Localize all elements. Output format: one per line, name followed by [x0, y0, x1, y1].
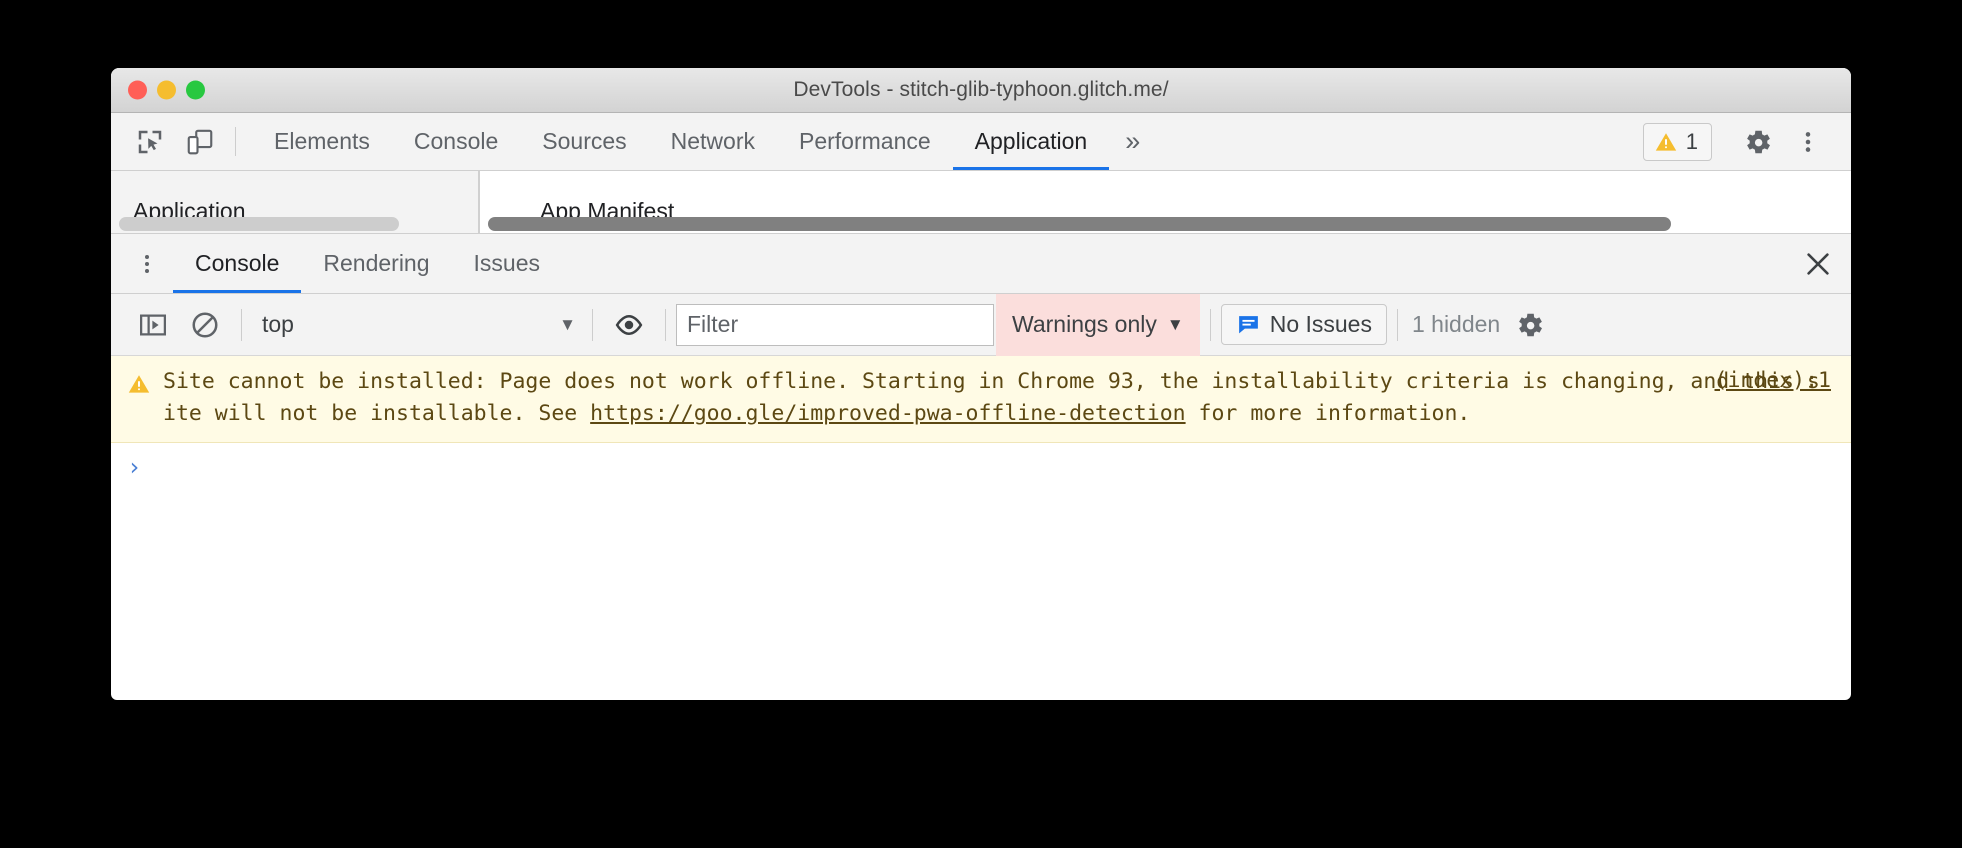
- toolbar-right-group: 1: [1642, 113, 1851, 170]
- console-sidebar-icon[interactable]: [127, 299, 179, 351]
- title-bar: DevTools - stitch-glib-typhoon.glitch.me…: [111, 68, 1851, 113]
- console-drawer: Console Rendering Issues top ▼ Filter Wa…: [111, 233, 1851, 594]
- warning-count-label: 1: [1685, 128, 1698, 154]
- drawer-tab-rendering-label: Rendering: [323, 250, 430, 276]
- drawer-kebab-menu-icon[interactable]: [121, 234, 173, 293]
- console-message-source-link[interactable]: (index):1: [1715, 368, 1832, 393]
- console-warning-message[interactable]: Site cannot be installed: Page does not …: [111, 356, 1851, 443]
- hidden-messages-count: 1 hidden: [1411, 311, 1501, 337]
- execution-context-selector[interactable]: top ▼: [252, 311, 582, 338]
- tab-sources[interactable]: Sources: [520, 113, 648, 170]
- application-main-pane[interactable]: App Manifest: [479, 171, 1851, 233]
- more-tabs-icon[interactable]: »: [1109, 113, 1156, 170]
- close-icon[interactable]: [1785, 234, 1851, 293]
- drawer-tab-list: Console Rendering Issues: [111, 234, 1851, 294]
- issues-button[interactable]: No Issues: [1220, 304, 1387, 345]
- tab-performance-label: Performance: [799, 128, 931, 154]
- tab-application[interactable]: Application: [952, 113, 1110, 170]
- drawer-tab-rendering[interactable]: Rendering: [301, 234, 451, 293]
- console-log-level-selector[interactable]: Warnings only ▼: [996, 293, 1200, 356]
- console-toolbar-divider-4: [1209, 308, 1211, 341]
- warning-triangle-icon: [127, 366, 151, 401]
- console-settings-gear-icon[interactable]: [1504, 299, 1556, 351]
- tab-sources-label: Sources: [542, 128, 627, 154]
- console-toolbar-divider-2: [592, 308, 593, 341]
- kebab-menu-icon[interactable]: [1783, 129, 1833, 155]
- gear-icon[interactable]: [1733, 127, 1783, 157]
- tab-console[interactable]: Console: [392, 113, 520, 170]
- console-prompt[interactable]: ›: [111, 443, 1851, 491]
- more-tabs-label: »: [1125, 126, 1141, 156]
- console-toolbar-divider-5: [1396, 308, 1398, 341]
- drawer-tab-console-label: Console: [195, 250, 280, 276]
- devtools-main-toolbar: Elements Console Sources Network Perform…: [111, 113, 1851, 171]
- minimize-window-button[interactable]: [157, 80, 176, 100]
- tab-console-label: Console: [413, 128, 499, 154]
- chevron-down-icon: ▼: [1166, 314, 1184, 334]
- tab-elements[interactable]: Elements: [252, 113, 392, 170]
- chevron-down-icon: ▼: [559, 314, 576, 334]
- devtools-window: DevTools - stitch-glib-typhoon.glitch.me…: [111, 68, 1851, 700]
- tab-performance[interactable]: Performance: [777, 113, 953, 170]
- drawer-tab-issues[interactable]: Issues: [452, 234, 562, 293]
- console-toolbar-divider-3: [665, 308, 666, 341]
- window-traffic-lights: [128, 80, 205, 100]
- console-toolbar: top ▼ Warnings only ▼: [111, 293, 1851, 356]
- console-message-link[interactable]: https://goo.gle/improved-pwa-offline-det…: [590, 401, 1185, 426]
- warning-count-badge[interactable]: 1: [1642, 122, 1712, 161]
- drawer-tab-console[interactable]: Console: [173, 234, 302, 293]
- window-title: DevTools - stitch-glib-typhoon.glitch.me…: [793, 78, 1169, 101]
- console-message-list[interactable]: Site cannot be installed: Page does not …: [111, 356, 1851, 594]
- execution-context-value: top: [262, 311, 294, 337]
- issues-message-icon: [1238, 316, 1258, 334]
- console-toolbar-divider-1: [241, 308, 242, 341]
- console-log-level-value: Warnings only: [1012, 311, 1157, 337]
- clear-console-icon[interactable]: [179, 299, 231, 351]
- console-filter-input[interactable]: [676, 303, 994, 346]
- console-warning-text: Site cannot be installed: Page does not …: [163, 369, 1820, 426]
- maximize-window-button[interactable]: [186, 80, 205, 100]
- toolbar-divider: [235, 127, 236, 156]
- console-prompt-caret-icon: ›: [127, 453, 142, 481]
- main-horizontal-scrollbar[interactable]: [488, 217, 1671, 231]
- tab-elements-label: Elements: [274, 128, 370, 154]
- panel-tab-list: Elements Console Sources Network Perform…: [252, 113, 1156, 170]
- issues-button-label: No Issues: [1269, 311, 1372, 337]
- close-window-button[interactable]: [128, 80, 147, 100]
- warning-triangle-icon: [1655, 132, 1676, 151]
- live-expression-eye-icon[interactable]: [603, 299, 655, 351]
- device-toolbar-icon[interactable]: [175, 113, 225, 170]
- inspect-element-icon[interactable]: [125, 113, 175, 170]
- sidebar-horizontal-scrollbar[interactable]: [119, 217, 399, 231]
- application-panel-clipped: Application App Manifest: [111, 171, 1851, 233]
- drawer-tab-issues-label: Issues: [473, 250, 541, 276]
- tab-network-label: Network: [670, 128, 755, 154]
- tab-application-label: Application: [974, 128, 1088, 154]
- tab-network[interactable]: Network: [649, 113, 777, 170]
- application-sidebar[interactable]: Application: [111, 171, 479, 233]
